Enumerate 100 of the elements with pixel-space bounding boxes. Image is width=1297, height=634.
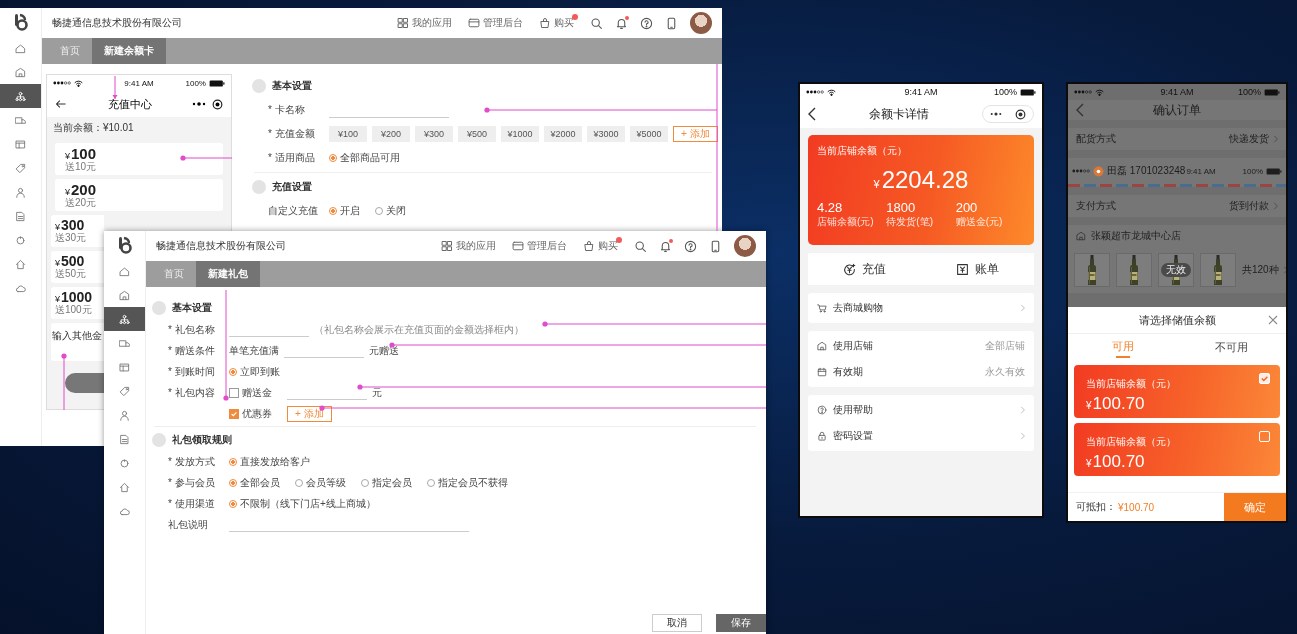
submit-button[interactable] — [65, 373, 104, 393]
amount-option[interactable]: ¥500 — [458, 126, 496, 142]
row-value[interactable]: 快递发货 — [1229, 132, 1269, 146]
section-title: 礼包领取规则 — [172, 433, 232, 447]
hint-text: （礼包名称会展示在充值页面的金额选择框内） — [314, 322, 524, 337]
shop-icon — [119, 289, 130, 301]
tab[interactable]: 不可用 — [1177, 334, 1286, 360]
battery-icon — [1020, 88, 1036, 96]
bonus-text: 送10元 — [65, 161, 97, 173]
back-icon[interactable] — [808, 107, 816, 121]
header-link[interactable]: 我的应用 — [397, 16, 456, 30]
currency-sign: ¥ — [1086, 458, 1092, 469]
radio-option[interactable]: 开启 — [329, 204, 360, 218]
amount-option[interactable]: ¥200 — [372, 126, 410, 142]
row-value[interactable]: 货到付款 — [1229, 199, 1269, 213]
radio-option[interactable]: 全部会员 — [229, 475, 280, 490]
help-icon[interactable] — [640, 16, 653, 30]
checkbox-option[interactable]: 优惠券 — [229, 406, 272, 421]
more-icon[interactable] — [989, 112, 1002, 116]
currency-sign: ¥ — [65, 151, 70, 162]
action-button[interactable]: 充值 — [808, 253, 921, 285]
bag-icon — [539, 17, 551, 29]
tab[interactable]: 新建礼包 — [196, 261, 260, 287]
sidebar-item[interactable] — [104, 307, 145, 331]
custom-amount-field[interactable]: 输入其他金 — [51, 323, 104, 361]
chevron-icon — [1273, 202, 1278, 210]
action-button[interactable]: 账单 — [921, 253, 1034, 285]
checkbox[interactable] — [1259, 431, 1270, 442]
back-arrow-icon[interactable] — [55, 98, 67, 110]
balance-card[interactable]: 当前店铺余额（元） ¥100.70 — [1074, 365, 1280, 418]
avatar[interactable] — [734, 235, 756, 257]
header-link[interactable]: 我的应用 — [441, 239, 500, 253]
lock-icon — [817, 431, 827, 441]
radio-option[interactable]: 指定会员不获得 — [427, 475, 508, 490]
target-icon[interactable] — [212, 98, 223, 110]
row-label: 配货方式 — [1076, 132, 1116, 146]
signal-icon — [1074, 90, 1092, 94]
radio-option[interactable]: 关闭 — [375, 204, 406, 218]
sidebar-item[interactable] — [0, 84, 41, 108]
more-icon[interactable] — [192, 102, 206, 106]
radio-option[interactable]: 全部商品可用 — [329, 151, 400, 165]
radio-option[interactable]: 会员等级 — [295, 475, 346, 490]
header-link[interactable]: 购买 — [583, 239, 622, 253]
stat-value: 200 — [955, 201, 979, 216]
logo-icon — [117, 236, 132, 254]
checkbox[interactable] — [1259, 373, 1270, 384]
radio-option[interactable]: 直接发放给客户 — [229, 454, 310, 469]
amount-text: 1000 — [61, 290, 93, 306]
battery-icon — [209, 79, 225, 87]
shop-icon — [817, 341, 827, 351]
header-link[interactable]: 购买 — [539, 16, 578, 30]
page-title: 充值中心 — [106, 96, 153, 112]
avatar[interactable] — [690, 12, 712, 34]
annotation-line — [112, 75, 118, 100]
signal-icon — [1072, 169, 1090, 173]
balance-card[interactable]: 当前店铺余额（元） ¥100.70 — [1074, 423, 1280, 476]
radio-option[interactable]: 指定会员 — [361, 475, 412, 490]
amount-option[interactable]: ¥1000 — [501, 126, 539, 142]
radio-option[interactable]: 不限制（线下门店+线上商城） — [229, 496, 376, 511]
phone-icon[interactable] — [665, 16, 678, 30]
menu-label[interactable]: 有效期 — [833, 365, 979, 379]
amount-option[interactable]: ¥5000 — [630, 126, 668, 142]
bell-icon[interactable] — [659, 239, 672, 253]
radio-option[interactable]: 立即到账 — [229, 364, 280, 379]
menu-label[interactable]: 使用店铺 — [833, 339, 979, 353]
amount-card[interactable]: ¥500 送50元 — [51, 251, 104, 283]
status-time: 9:41 AM — [1186, 166, 1216, 176]
amount-card[interactable]: ¥1000 送100元 — [51, 287, 104, 319]
cancel-button[interactable]: 取消 — [652, 614, 702, 632]
tab[interactable]: 新建余额卡 — [92, 38, 166, 64]
amount-option[interactable]: ¥300 — [415, 126, 453, 142]
battery-text: 100% — [993, 87, 1017, 97]
menu-label[interactable]: 密码设置 — [833, 429, 1014, 443]
amount-card[interactable]: ¥100 送10元 — [55, 143, 223, 175]
amount-card[interactable]: ¥300 送30元 — [51, 215, 104, 247]
field-label: 自定义充值 — [268, 204, 319, 218]
checkbox-option[interactable]: 赠送金 — [229, 385, 272, 400]
amount-option[interactable]: ¥3000 — [587, 126, 625, 142]
search-icon[interactable] — [634, 239, 647, 253]
amount-option[interactable]: ¥100 — [329, 126, 367, 142]
card-icon — [512, 240, 524, 252]
save-button[interactable]: 保存 — [716, 614, 766, 632]
help-icon[interactable] — [684, 239, 697, 253]
bill-icon — [956, 262, 969, 276]
field-label: * 到账时间 — [168, 364, 216, 379]
header-link[interactable]: 管理后台 — [512, 239, 571, 253]
menu-label[interactable]: 使用帮助 — [833, 403, 1014, 417]
header-link[interactable]: 管理后台 — [468, 16, 527, 30]
target-icon[interactable] — [1015, 108, 1027, 120]
close-icon[interactable] — [1268, 315, 1278, 325]
search-icon[interactable] — [590, 16, 603, 30]
balance-amount: 100.70 — [1092, 394, 1145, 414]
bell-icon[interactable] — [615, 16, 628, 30]
menu-label[interactable]: 去商城购物 — [833, 301, 1014, 315]
phone-icon[interactable] — [709, 239, 722, 253]
section-title: 基本设置 — [172, 301, 212, 315]
document-icon — [15, 210, 26, 222]
product-count[interactable]: 共120种 — [1242, 263, 1279, 277]
amount-card[interactable]: ¥200 送20元 — [55, 179, 223, 211]
amount-option[interactable]: ¥2000 — [544, 126, 582, 142]
